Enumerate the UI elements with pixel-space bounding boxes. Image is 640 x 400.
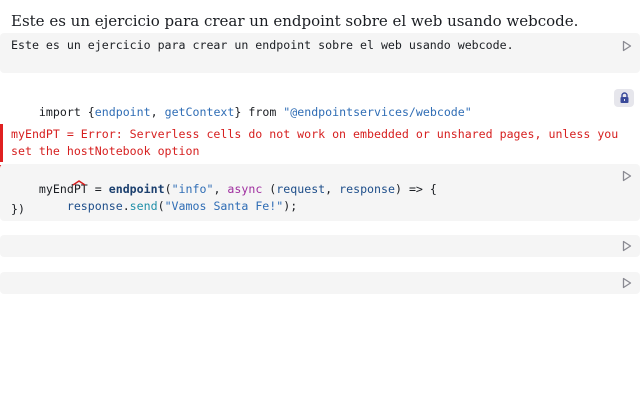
comma: , (150, 105, 165, 119)
run-cell-button[interactable] (622, 170, 632, 182)
markdown-source-cell[interactable]: Este es un ejercicio para crear un endpo… (0, 33, 640, 73)
import-keyword: import (38, 105, 81, 119)
dot: . (122, 199, 130, 213)
play-icon (622, 277, 632, 289)
send-method: send (129, 199, 158, 213)
response-object: response (66, 199, 123, 213)
markdown-source-text: Este es un ejercicio para crear un endpo… (11, 38, 514, 52)
param-separator: , (325, 182, 340, 196)
brace-close: } (234, 105, 249, 119)
endpoint-code-cell[interactable]: myEndPT = endpoint("info", async (reques… (0, 164, 640, 221)
import-module-string: "@endpointservices/webcode" (283, 105, 472, 119)
play-icon (622, 170, 632, 182)
params-close: ) => { (394, 182, 437, 196)
import-cell[interactable]: import {endpoint, getContext} from "@end… (0, 87, 640, 119)
paren-close: ); (283, 199, 298, 213)
run-cell-button[interactable] (622, 40, 632, 52)
brace-open: { (80, 105, 95, 119)
error-indicator-bar (0, 124, 3, 162)
import-name-getcontext: getContext (164, 105, 235, 119)
paren-open: ( (157, 199, 165, 213)
run-cell-button[interactable] (622, 240, 632, 252)
empty-cell[interactable] (0, 272, 640, 294)
run-cell-button[interactable] (622, 277, 632, 289)
play-icon (622, 240, 632, 252)
code-line-2: response.send("Vamos Santa Fe!"); (11, 185, 297, 227)
lock-icon (620, 92, 628, 103)
empty-cell[interactable] (0, 235, 640, 257)
import-name-endpoint: endpoint (94, 105, 151, 119)
from-keyword: from (248, 105, 277, 119)
markdown-heading: Este es un ejercicio para crear un endpo… (11, 12, 579, 30)
code-line-3: }) (11, 202, 25, 216)
play-icon (622, 40, 632, 52)
error-message: myEndPT = Error: Serverless cells do not… (11, 127, 619, 158)
send-arg-string: "Vamos Santa Fe!" (164, 199, 284, 213)
param-response: response (339, 182, 395, 196)
lock-button[interactable] (614, 89, 634, 107)
